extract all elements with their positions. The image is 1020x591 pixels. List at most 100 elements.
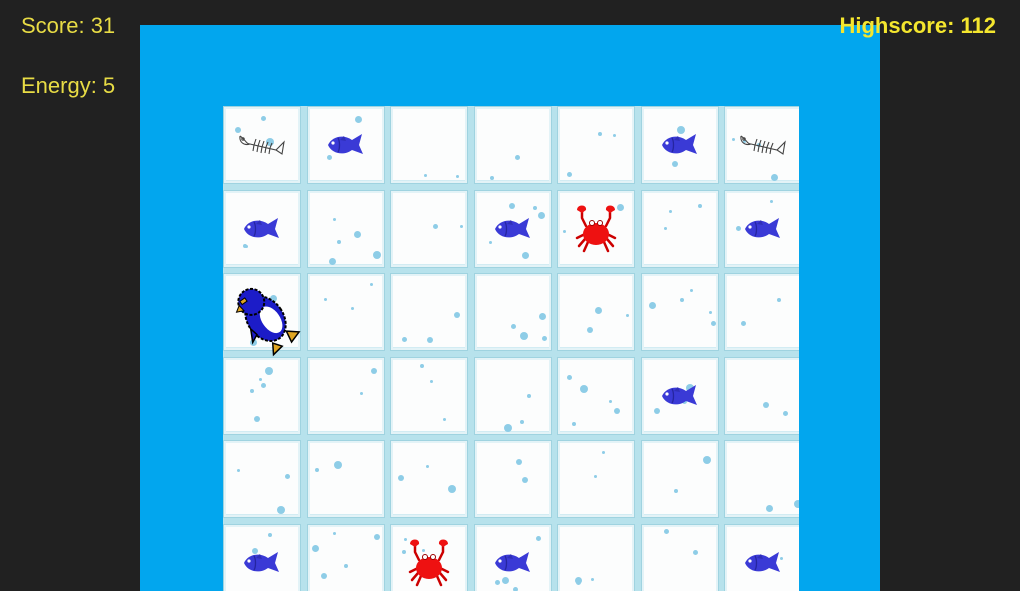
ice-speck [664, 529, 669, 534]
ice-tile[interactable] [474, 440, 552, 518]
ice-speck [259, 378, 262, 381]
ice-tile[interactable] [724, 357, 799, 435]
ice-tile[interactable] [724, 273, 799, 351]
ice-speck [777, 298, 781, 302]
bones-icon [737, 130, 789, 160]
ice-speck [443, 418, 446, 421]
ice-speck [344, 564, 348, 568]
ice-tile[interactable] [474, 357, 552, 435]
ice-tile[interactable] [390, 440, 468, 518]
ice-speck [265, 367, 273, 375]
ice-speck [741, 321, 746, 326]
ice-speck [509, 203, 515, 209]
ice-speck [763, 402, 769, 408]
ice-speck [312, 545, 319, 552]
penguin-icon[interactable] [223, 272, 310, 360]
ice-tile[interactable] [307, 190, 385, 268]
energy-label: Energy: 5 [21, 73, 116, 98]
fish-icon [660, 383, 700, 409]
ice-grid[interactable] [223, 106, 799, 591]
ice-tile[interactable] [390, 106, 468, 184]
ice-speck [613, 134, 616, 137]
ice-speck [489, 241, 492, 244]
ice-speck [355, 116, 362, 123]
fish-icon [660, 132, 700, 158]
ice-tile[interactable] [390, 273, 468, 351]
ice-tile[interactable] [641, 524, 719, 591]
ice-speck [674, 489, 678, 493]
ice-tile[interactable] [641, 190, 719, 268]
score-label: Score: 31 [21, 13, 116, 38]
ice-tile[interactable] [557, 106, 635, 184]
ice-speck [626, 314, 629, 317]
ice-speck [698, 204, 702, 208]
ice-speck [324, 298, 327, 301]
highscore-label: Highscore: 112 [839, 13, 996, 38]
ice-speck [511, 324, 516, 329]
ice-speck [460, 225, 463, 228]
ice-speck [337, 240, 341, 244]
ice-tile[interactable] [557, 524, 635, 591]
ice-speck [515, 155, 520, 160]
ice-speck [454, 312, 460, 318]
ice-speck [430, 380, 433, 383]
ice-tile[interactable] [557, 440, 635, 518]
ice-tile[interactable] [307, 273, 385, 351]
fish-icon [242, 550, 282, 576]
ice-speck [495, 580, 500, 585]
ice-tile[interactable] [223, 440, 301, 518]
ice-tile[interactable] [474, 106, 552, 184]
ice-speck [513, 587, 518, 591]
crab-icon [406, 538, 452, 588]
ice-speck [527, 394, 531, 398]
ice-speck [539, 313, 546, 320]
ice-tile[interactable] [724, 440, 799, 518]
ice-speck [522, 477, 528, 483]
ice-speck [572, 422, 576, 426]
ice-speck [254, 416, 260, 422]
ice-tile[interactable] [390, 357, 468, 435]
ice-speck [520, 420, 524, 424]
ice-tile[interactable] [557, 273, 635, 351]
ice-speck [333, 532, 336, 535]
ice-speck [490, 176, 494, 180]
ice-tile[interactable] [474, 273, 552, 351]
ice-speck [354, 231, 361, 238]
ice-tile[interactable] [223, 357, 301, 435]
ice-speck [370, 283, 373, 286]
ice-tile[interactable] [557, 357, 635, 435]
ice-speck [680, 298, 684, 302]
ice-speck [669, 210, 672, 213]
ice-tile[interactable] [307, 357, 385, 435]
ice-tile[interactable] [390, 190, 468, 268]
ice-tile[interactable] [307, 440, 385, 518]
ice-speck [398, 475, 404, 481]
ice-speck [516, 459, 522, 465]
ice-speck [285, 474, 290, 479]
ice-speck [567, 172, 572, 177]
ice-speck [522, 252, 529, 259]
ice-speck [420, 364, 424, 368]
ice-speck [502, 577, 509, 584]
ice-tile[interactable] [641, 440, 719, 518]
ice-speck [402, 337, 407, 342]
ice-speck [334, 461, 342, 469]
ice-speck [433, 224, 438, 229]
fish-icon [242, 216, 282, 242]
ice-speck [672, 161, 678, 167]
ice-tile[interactable] [307, 524, 385, 591]
ice-speck [315, 468, 319, 472]
ice-tile[interactable] [641, 273, 719, 351]
ice-speck [250, 389, 254, 393]
ice-speck [736, 226, 741, 231]
ice-speck [649, 302, 656, 309]
fish-icon [493, 550, 533, 576]
ice-speck [770, 200, 773, 203]
ice-speck [693, 550, 698, 555]
ice-speck [794, 500, 799, 508]
crab-icon [573, 204, 619, 254]
ice-speck [329, 258, 336, 265]
ice-speck [783, 411, 788, 416]
fish-icon [743, 216, 783, 242]
ice-speck [567, 375, 572, 380]
